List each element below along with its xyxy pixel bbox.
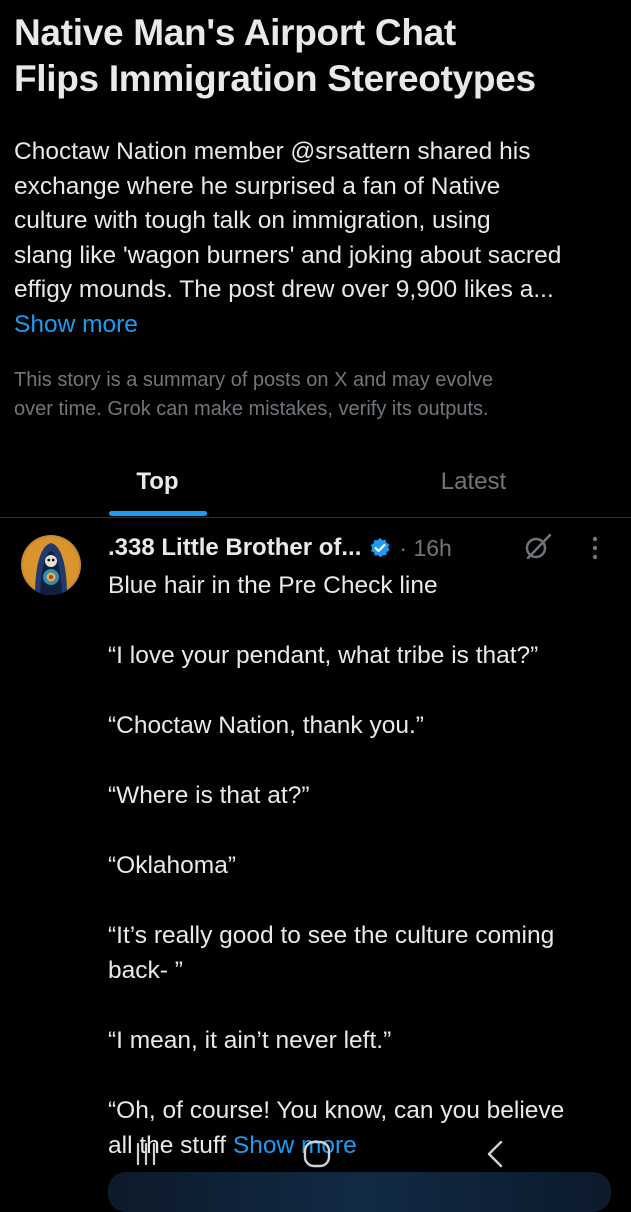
disclaimer-line: This story is a summary of posts on X an… [14,369,494,391]
post-time: 16h [413,534,452,561]
post-header: .338 Little Brother of... · 16h [108,532,618,564]
post-line: “Oh, of course! You know, can you believ… [108,1097,565,1124]
summary-line: Choctaw Nation member @srsattern shared … [14,138,531,165]
story-summary: Choctaw Nation member @srsattern shared … [14,135,624,342]
post-line: “Where is that at?” [108,782,310,809]
tab-latest[interactable]: Latest [316,448,631,516]
post-line: “I love your pendant, what tribe is that… [108,642,539,669]
post-line: back- ” [108,957,183,984]
back-icon[interactable] [484,1139,506,1169]
summary-line: effigy mounds. The post drew over 9,900 … [14,276,554,303]
summary-line: exchange where he surprised a fan of Nat… [14,172,501,200]
summary-show-more-link[interactable]: Show more [14,308,624,343]
post-line: “Choctaw Nation, thank you.” [108,712,424,739]
feed-tabs: Top Latest [0,448,631,518]
post-timestamp: · 16h [399,535,451,562]
post-line: “I mean, it ain’t never left.” [108,1027,392,1054]
separator: · [399,534,408,561]
post-line: “It’s really good to see the culture com… [108,922,555,949]
verified-badge-icon [371,538,390,558]
author-name[interactable]: .338 Little Brother of... [108,534,361,562]
home-icon[interactable] [302,1139,332,1169]
story-title-line: Native Man's Airport Chat [14,12,456,53]
grok-disclaimer: This story is a summary of posts on X an… [14,366,624,423]
disclaimer-line: over time. Grok can make mistakes, verif… [14,397,489,420]
post[interactable]: .338 Little Brother of... · 16h Blue hai… [0,518,631,1199]
story-title-line: Flips Immigration Stereotypes [14,58,536,99]
post-line: Blue hair in the Pre Check line [108,572,438,599]
summary-line: slang like 'wagon burners' and joking ab… [14,241,562,269]
tab-top[interactable]: Top [0,448,315,516]
post-text: Blue hair in the Pre Check line “I love … [108,568,618,1163]
active-tab-indicator [109,511,207,516]
summary-line: culture with tough talk on immigration, … [14,207,491,234]
story-title: Native Man's Airport Chat Flips Immigrat… [14,10,624,102]
recent-apps-icon[interactable] [133,1141,159,1167]
avatar-image [21,535,81,595]
system-nav-bar [0,1125,631,1199]
more-options-icon[interactable] [588,535,602,561]
grok-icon[interactable] [523,532,553,562]
post-line: “Oklahoma” [108,852,236,879]
avatar[interactable] [21,535,81,595]
